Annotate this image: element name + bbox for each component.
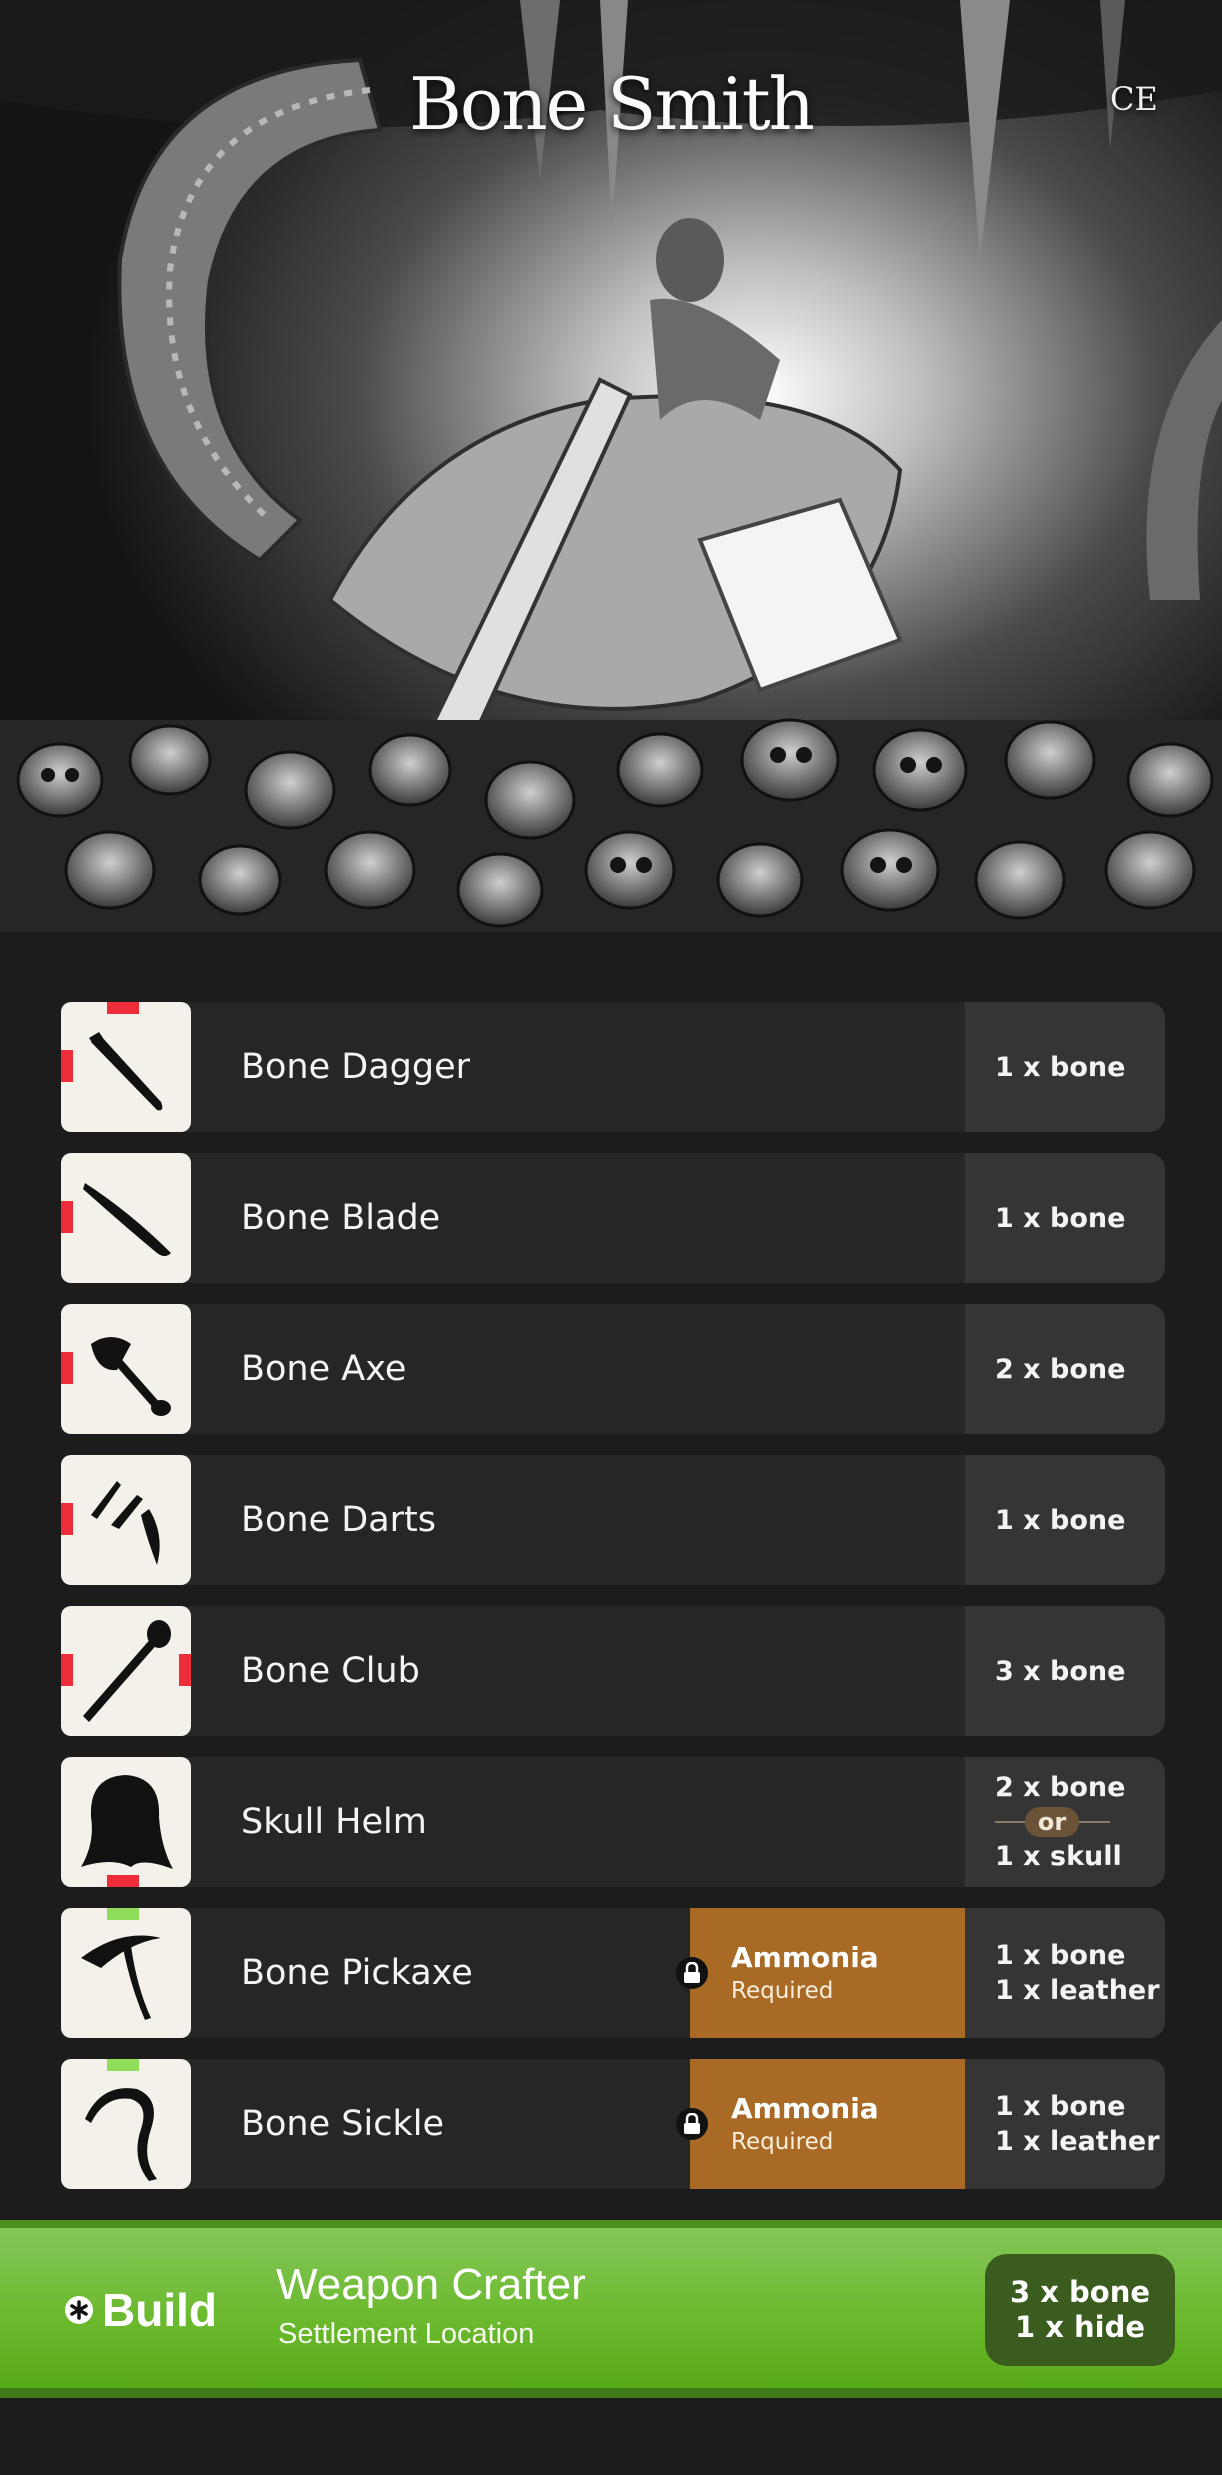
blade-icon [83,1183,171,1256]
requirement-badge: Ammonia Required [676,2059,965,2189]
darts-icon [91,1481,160,1565]
affinity-red-bottom [107,1875,139,1887]
build-label: Build [102,2284,217,2336]
gear-row-skull-helm[interactable]: Skull Helm 2 x bone or 1 x skull [61,1757,1165,1887]
dagger-icon [89,1032,163,1111]
gear-row-bone-axe[interactable]: Bone Axe 2 x bone [61,1304,1165,1434]
gear-name: Bone Blade [241,1198,441,1238]
gear-row-bone-darts[interactable]: Bone Darts 1 x bone [61,1455,1165,1585]
club-icon [83,1620,171,1722]
cost-line: 1 x leather [995,2126,1160,2157]
gear-cost: 3 x bone [965,1606,1165,1736]
gear-cost: 1 x bone 1 x leather [965,2059,1165,2189]
affinity-green-top [107,2059,139,2071]
cost-line: 1 x skull [995,1841,1122,1872]
cost-line: 1 x leather [995,1975,1160,2006]
helm-icon [81,1775,173,1869]
lock-icon [676,1957,708,1989]
gear-name: Skull Helm [241,1802,427,1842]
gear-name: Bone Darts [241,1500,437,1540]
expansion-badge[interactable]: CE [1110,80,1158,118]
hero-artwork: Bone Smith CE [0,0,1222,932]
cost-line: 1 x bone [995,1504,1126,1536]
page-title: Bone Smith [408,62,815,146]
affinity-red-left [61,1654,73,1686]
gear-card-thumbnail [61,1153,191,1283]
gear-name: Bone Dagger [241,1047,471,1087]
gear-card-thumbnail [61,1757,191,1887]
cost-line: 2 x bone [995,1353,1126,1385]
gear-card-thumbnail [61,1455,191,1585]
gear-row-bone-pickaxe[interactable]: Bone Pickaxe Ammonia Required 1 x bone 1… [61,1908,1165,2038]
or-divider: or [995,1805,1110,1839]
build-cost: 3 x bone 1 x hide [985,2254,1175,2366]
gear-name: Bone Club [241,1651,420,1691]
affinity-red-left [61,1201,73,1233]
gear-name: Bone Sickle [241,2104,444,2144]
gear-list: Bone Dagger 1 x bone Bone Blade 1 x bone… [61,1002,1165,2210]
gear-card-thumbnail [61,1606,191,1736]
gear-cost: 2 x bone or 1 x skull [965,1757,1165,1887]
gear-name: Bone Axe [241,1349,407,1389]
cost-line: 1 x bone [995,1940,1126,1971]
gear-cost: 1 x bone [965,1153,1165,1283]
affinity-green-top [107,1908,139,1920]
asterisk-icon [65,2296,93,2324]
cost-line: 1 x bone [995,2091,1126,2122]
gear-card-thumbnail [61,1304,191,1434]
gear-card-thumbnail [61,1002,191,1132]
gear-cost: 1 x bone [965,1002,1165,1132]
requirement-name: Ammonia [731,1941,879,1974]
cost-line: 3 x bone [1009,2275,1151,2309]
location-name: Weapon Crafter [276,2260,586,2309]
requirement-status: Required [731,1978,834,2004]
requirement-badge: Ammonia Required [676,1908,965,2038]
lock-icon [676,2108,708,2140]
axe-icon [91,1337,171,1416]
affinity-red-left [61,1503,73,1535]
gear-card-thumbnail [61,2059,191,2189]
gear-row-bone-blade[interactable]: Bone Blade 1 x bone [61,1153,1165,1283]
or-label: or [1025,1807,1079,1837]
gear-name: Bone Pickaxe [241,1953,473,1993]
gear-cost: 1 x bone 1 x leather [965,1908,1165,2038]
gear-row-bone-club[interactable]: Bone Club 3 x bone [61,1606,1165,1736]
build-bar: Build Weapon Crafter Settlement Location… [0,2220,1222,2398]
location-subtitle: Settlement Location [278,2318,535,2350]
cost-line: 1 x bone [995,1202,1126,1234]
gear-card-thumbnail [61,1908,191,2038]
gear-cost: 2 x bone [965,1304,1165,1434]
cost-line: 1 x hide [1014,2310,1146,2344]
build-button[interactable]: Build [64,2280,217,2340]
affinity-red-right [179,1654,191,1686]
gear-cost: 1 x bone [965,1455,1165,1585]
cost-line: 2 x bone [995,1772,1126,1803]
sickle-icon [85,2088,157,2181]
affinity-red-left [61,1050,73,1082]
requirement-name: Ammonia [731,2092,879,2125]
affinity-red-top [107,1002,139,1014]
requirement-status: Required [731,2129,834,2155]
pickaxe-icon [81,1935,161,2020]
gear-row-bone-sickle[interactable]: Bone Sickle Ammonia Required 1 x bone 1 … [61,2059,1165,2189]
gear-row-bone-dagger[interactable]: Bone Dagger 1 x bone [61,1002,1165,1132]
cost-line: 3 x bone [995,1655,1126,1687]
cost-line: 1 x bone [995,1051,1126,1083]
affinity-red-left [61,1352,73,1384]
